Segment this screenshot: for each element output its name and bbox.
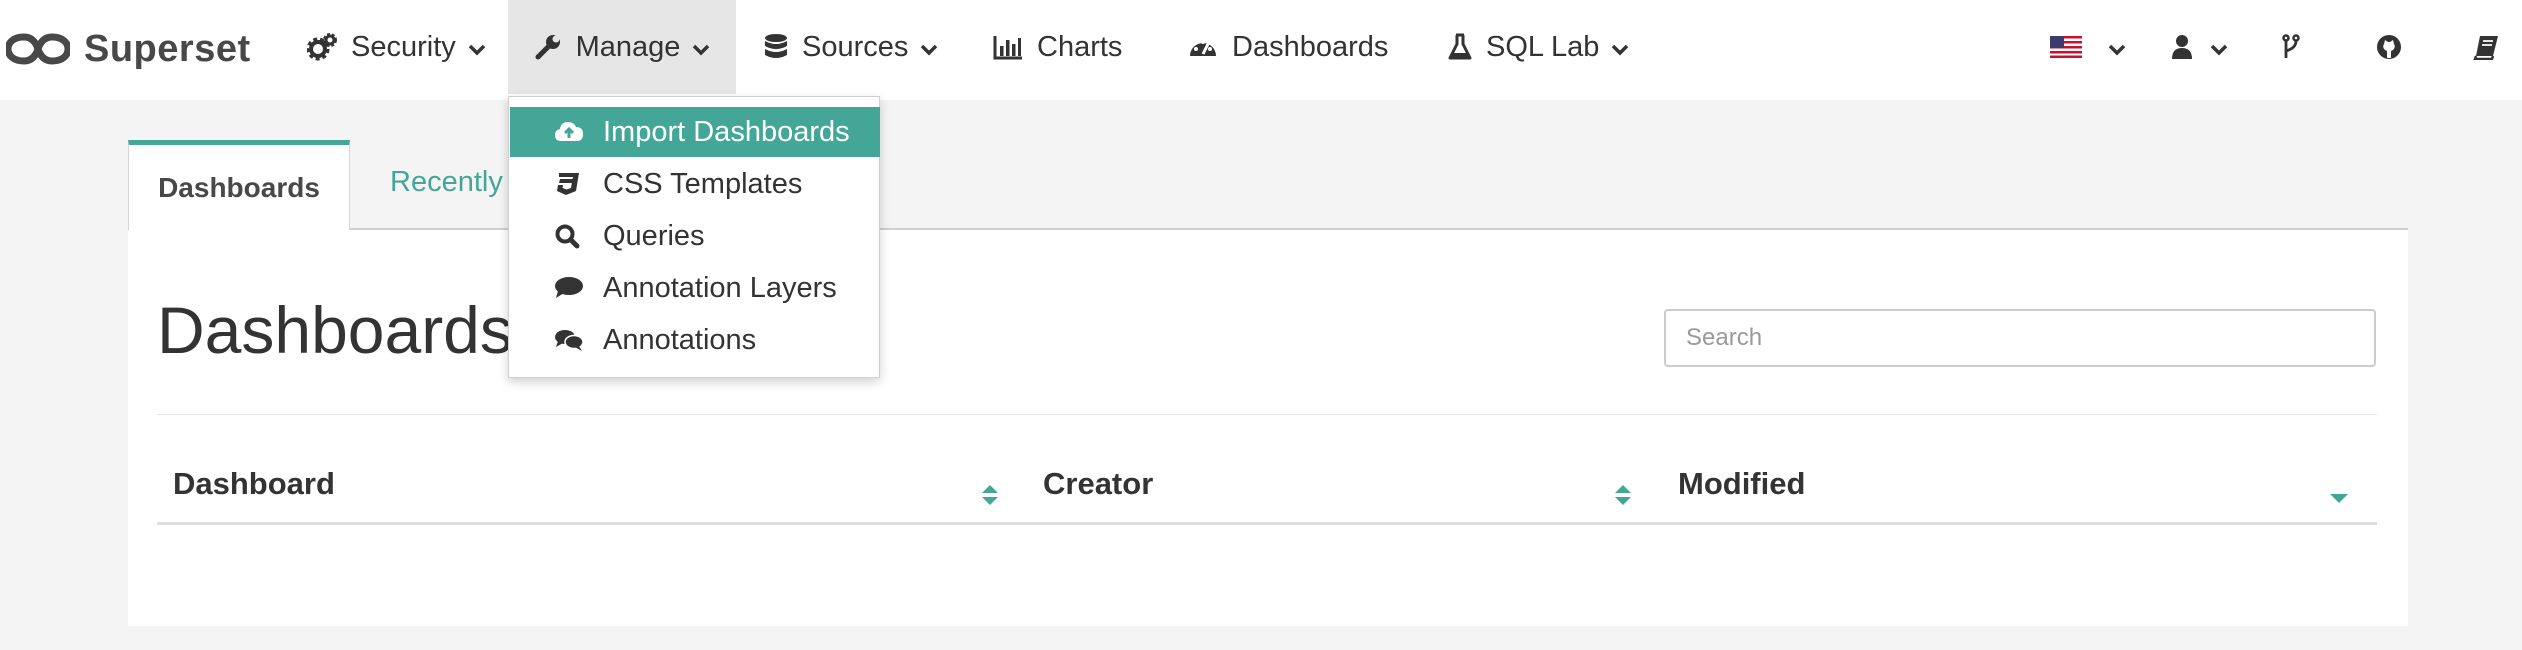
search-input[interactable] xyxy=(1664,309,2376,367)
language-menu[interactable] xyxy=(2050,0,2126,94)
nav-manage-label: Manage xyxy=(575,30,681,63)
chevron-down-icon xyxy=(2108,44,2126,56)
chevron-down-icon xyxy=(920,44,938,56)
tab-bar: Dashboards Recently V xyxy=(128,140,2408,230)
search-icon xyxy=(554,211,580,261)
comment-icon xyxy=(554,263,584,313)
chevron-down-icon xyxy=(468,44,486,56)
nav-charts[interactable]: Charts xyxy=(993,0,1122,94)
menu-item-label: Annotations xyxy=(603,323,757,356)
github-icon xyxy=(2376,34,2402,60)
nav-sources[interactable]: Sources xyxy=(764,0,938,94)
brand-logo[interactable]: Superset xyxy=(6,14,251,84)
menu-item-label: Annotation Layers xyxy=(603,271,837,304)
manage-dropdown-menu: Import Dashboards CSS Templates Queries … xyxy=(508,96,880,378)
nav-sqllab-label: SQL Lab xyxy=(1486,30,1600,63)
documentation-link[interactable] xyxy=(2473,0,2499,94)
page-title: Dashboards xyxy=(157,293,513,367)
content-panel xyxy=(128,230,2408,626)
cogs-icon xyxy=(307,33,337,61)
menu-item-label: Import Dashboards xyxy=(603,115,850,148)
column-header-dashboard[interactable]: Dashboard xyxy=(173,466,335,502)
book-icon xyxy=(2473,34,2499,60)
table-header-rule xyxy=(157,522,2377,525)
menu-item-label: CSS Templates xyxy=(603,167,803,200)
user-menu[interactable] xyxy=(2172,0,2228,94)
column-header-creator[interactable]: Creator xyxy=(1043,466,1153,502)
brand-name: Superset xyxy=(84,27,251,70)
dashboard-gauge-icon xyxy=(1188,34,1218,60)
nav-sqllab[interactable]: SQL Lab xyxy=(1448,0,1629,94)
bar-chart-icon xyxy=(993,34,1023,60)
nav-dashboards[interactable]: Dashboards xyxy=(1188,0,1388,94)
menu-item-queries[interactable]: Queries xyxy=(510,211,880,261)
top-navbar: Superset Security Manage Sources Charts … xyxy=(0,0,2522,100)
tab-dashboards[interactable]: Dashboards xyxy=(128,140,350,230)
nav-manage[interactable]: Manage xyxy=(508,0,736,94)
comments-icon xyxy=(554,315,584,365)
sort-desc-icon[interactable] xyxy=(2329,482,2349,508)
user-icon xyxy=(2172,34,2192,60)
sort-both-icon[interactable] xyxy=(981,482,999,508)
superset-logo-icon xyxy=(6,33,70,65)
chevron-down-icon xyxy=(692,44,710,56)
git-branch-icon xyxy=(2282,34,2300,60)
chevron-down-icon xyxy=(1611,44,1629,56)
database-icon xyxy=(764,33,788,61)
github-link[interactable] xyxy=(2376,0,2402,94)
menu-item-annotation-layers[interactable]: Annotation Layers xyxy=(510,263,880,313)
sort-both-icon[interactable] xyxy=(1614,482,1632,508)
cloud-upload-icon xyxy=(554,107,584,157)
menu-item-annotations[interactable]: Annotations xyxy=(510,315,880,365)
nav-charts-label: Charts xyxy=(1037,30,1123,63)
menu-item-import-dashboards[interactable]: Import Dashboards xyxy=(510,107,880,157)
version-button[interactable] xyxy=(2282,0,2300,94)
flag-us-icon xyxy=(2050,36,2082,58)
nav-security[interactable]: Security xyxy=(307,0,486,94)
menu-item-css-templates[interactable]: CSS Templates xyxy=(510,159,880,209)
wrench-icon xyxy=(534,33,562,61)
nav-sources-label: Sources xyxy=(802,30,909,63)
nav-dashboards-label: Dashboards xyxy=(1232,30,1389,63)
menu-item-label: Queries xyxy=(603,219,705,252)
divider xyxy=(157,414,2377,415)
nav-security-label: Security xyxy=(351,30,456,63)
flask-icon xyxy=(1448,33,1472,61)
css3-icon xyxy=(554,159,580,209)
column-header-modified[interactable]: Modified xyxy=(1678,466,1805,502)
chevron-down-icon xyxy=(2210,44,2228,56)
